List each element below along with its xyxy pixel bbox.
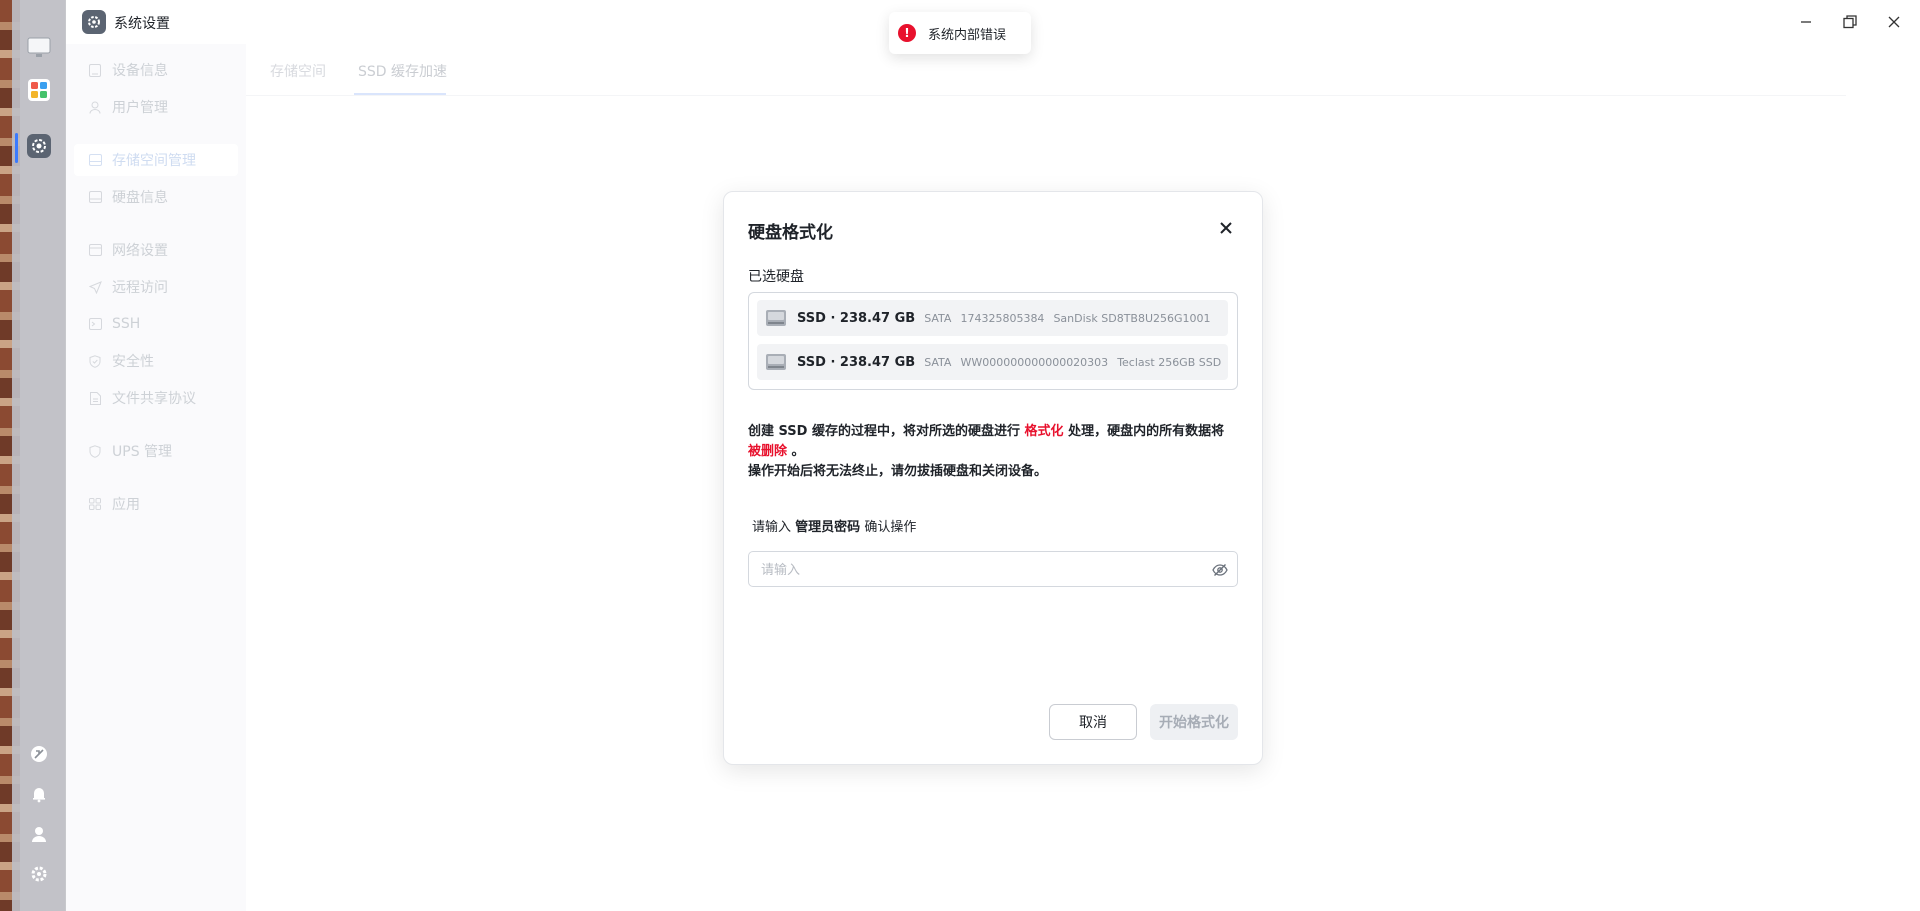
apps-icon[interactable] xyxy=(27,78,51,102)
disk-serial: 174325805384 xyxy=(960,311,1045,325)
selected-disks-list: SSD · 238.47 GB SATA 174325805384 SanDis… xyxy=(748,292,1238,390)
window-title: 系统设置 xyxy=(114,16,170,32)
disk-capacity: SSD · 238.47 GB xyxy=(797,354,916,370)
accessibility-icon[interactable] xyxy=(27,742,51,766)
prompt-prefix: 请输入 xyxy=(752,520,792,535)
eye-off-icon[interactable] xyxy=(1211,561,1229,579)
hard-drive-icon xyxy=(765,309,787,327)
maximize-icon[interactable] xyxy=(1840,12,1860,32)
toast-message: 系统内部错误 xyxy=(928,27,1007,43)
start-format-button[interactable]: 开始格式化 xyxy=(1150,704,1238,740)
prompt-admin-password: 管理员密码 xyxy=(795,520,861,535)
warning-highlight-delete: 被删除 xyxy=(748,444,788,459)
error-icon: ! xyxy=(898,24,916,42)
disk-item: SSD · 238.47 GB SATA 174325805384 SanDis… xyxy=(757,300,1228,336)
close-icon[interactable] xyxy=(1884,12,1904,32)
warning-text: 。 xyxy=(791,444,805,459)
warning-line2: 操作开始后将无法终止，请勿拔插硬盘和关闭设备。 xyxy=(748,464,1048,479)
format-warning: 创建 SSD 缓存的过程中，将对所选的硬盘进行 格式化 处理，硬盘内的所有数据将… xyxy=(748,422,1240,482)
warning-text: 处理，硬盘内的所有数据将 xyxy=(1068,424,1225,439)
disk-serial: WW000000000000020303 xyxy=(960,355,1109,369)
disk-capacity: SSD · 238.47 GB xyxy=(797,310,916,326)
disk-bus: SATA xyxy=(924,355,952,369)
warning-text: 创建 SSD 缓存的过程中，将对所选的硬盘进行 xyxy=(748,424,1020,439)
close-icon[interactable] xyxy=(1214,216,1238,240)
disk-bus: SATA xyxy=(924,311,952,325)
settings-app-icon xyxy=(82,10,106,34)
cancel-button[interactable]: 取消 xyxy=(1049,704,1137,740)
error-toast: ! 系统内部错误 xyxy=(889,12,1031,54)
dock xyxy=(12,0,66,911)
hard-drive-icon xyxy=(765,353,787,371)
disk-model: SanDisk SD8TB8U256G1001 xyxy=(1053,311,1211,325)
bell-icon[interactable] xyxy=(27,782,51,806)
settings-icon[interactable] xyxy=(27,134,51,158)
warning-highlight-format: 格式化 xyxy=(1024,424,1064,439)
user-icon[interactable] xyxy=(27,822,51,846)
disk-item: SSD · 238.47 GB SATA WW00000000000002030… xyxy=(757,344,1228,380)
dialog-title: 硬盘格式化 xyxy=(748,223,833,243)
monitor-icon[interactable] xyxy=(27,36,51,60)
selected-disks-label: 已选硬盘 xyxy=(748,269,804,285)
password-field xyxy=(748,551,1238,587)
password-prompt: 请输入 管理员密码 确认操作 xyxy=(752,516,916,535)
disk-model: Teclast 256GB SSD xyxy=(1117,355,1222,369)
password-input[interactable] xyxy=(761,560,1191,580)
prompt-suffix: 确认操作 xyxy=(864,520,917,535)
gear-icon[interactable] xyxy=(27,862,51,886)
minimize-icon[interactable] xyxy=(1796,12,1816,32)
active-indicator xyxy=(15,133,18,163)
format-disk-dialog: 硬盘格式化 已选硬盘 SSD · 238.47 GB SATA 17432580… xyxy=(723,191,1263,765)
